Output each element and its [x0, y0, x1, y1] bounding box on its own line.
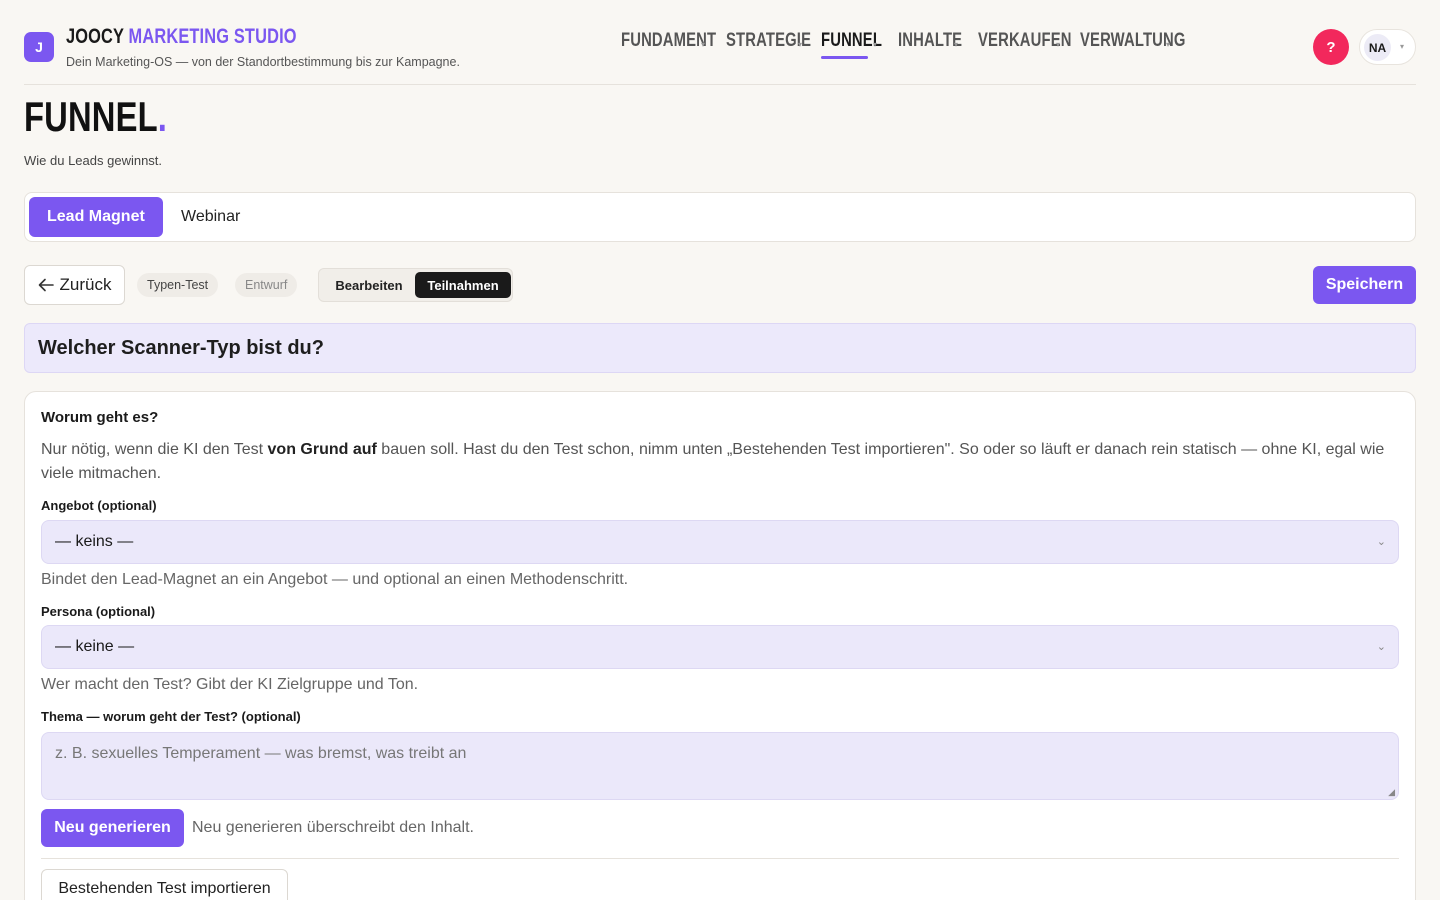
help-button[interactable]: ? [1313, 29, 1349, 65]
chevron-down-icon: ⌄ [1376, 536, 1386, 548]
caret-down-icon: ▾ [873, 40, 878, 49]
view-toggle: Bearbeiten Teilnahmen [318, 268, 513, 302]
topic-card: Worum geht es? Nur nötig, wenn die KI de… [24, 391, 1416, 900]
title-dot: . [157, 93, 168, 140]
card-description: Nur nötig, wenn die KI den Test von Grun… [41, 441, 1385, 482]
nav-item-inhalte[interactable]: Inhalte ▾ [898, 30, 980, 60]
topic-textarea[interactable]: z. B. sexuelles Temperament — was bremst… [41, 732, 1399, 800]
persona-hint: Wer macht den Test? Gibt der KI Zielgrup… [41, 676, 419, 693]
funnel-tabs: Lead Magnet Webinar [24, 192, 1416, 242]
offer-select[interactable]: — keins — ⌄ [41, 520, 1399, 564]
nav-active-indicator [821, 56, 868, 59]
type-badge: Typen-Test [137, 273, 219, 297]
caret-down-icon: ▾ [954, 40, 959, 49]
resize-grip-icon[interactable]: ◢ [1388, 787, 1395, 798]
brand-subtitle: Dein Marketing-OS — von der Standortbest… [66, 55, 460, 69]
caret-down-icon: ▾ [1166, 40, 1171, 49]
card-title: Worum geht es? [41, 409, 159, 426]
logo-badge[interactable]: J [24, 32, 54, 62]
brand-title[interactable]: Joocy Marketing Studio [66, 25, 362, 49]
nav-item-fundament[interactable]: Fundament ▾ [621, 30, 743, 60]
tab-webinar[interactable]: Webinar [163, 197, 258, 237]
persona-select-value: — keine — [55, 638, 135, 655]
arrow-left-icon [38, 278, 54, 292]
app-header: J Joocy Marketing Studio Dein Marketing-… [24, 0, 1416, 85]
brand-product: Marketing Studio [128, 25, 297, 48]
page-title: Funnel. [24, 93, 168, 140]
back-label: Zurück [59, 275, 112, 294]
topic-label: Thema — worum geht der Test? (optional) [41, 709, 301, 724]
participations-toggle-button[interactable]: Teilnahmen [415, 272, 511, 298]
page-subtitle: Wie du Leads gewinnst. [24, 153, 163, 168]
caret-down-icon: ▾ [701, 40, 706, 49]
offer-hint: Bindet den Lead-Magnet an ein Angebot — … [41, 571, 629, 588]
caret-down-icon: ▾ [1056, 40, 1061, 49]
regenerate-hint: Neu generieren überschreibt den Inhalt. [192, 819, 474, 836]
status-badge: Entwurf [235, 273, 298, 297]
divider [41, 858, 1399, 859]
caret-down-icon: ▾ [1400, 42, 1405, 51]
avatar: NA [1364, 34, 1391, 61]
back-button[interactable]: Zurück [24, 265, 125, 305]
caret-down-icon: ▾ [798, 40, 803, 49]
quiz-title-banner[interactable]: Welcher Scanner-Typ bist du? [24, 323, 1416, 373]
nav-item-verwaltung[interactable]: Verwaltung ▾ [1080, 30, 1215, 60]
offer-select-value: — keins — [55, 533, 134, 550]
nav-item-strategie[interactable]: Strategie ▾ [726, 30, 835, 60]
offer-label: Angebot (optional) [41, 498, 157, 513]
regenerate-button[interactable]: Neu generieren [41, 809, 184, 847]
edit-toggle-button[interactable]: Bearbeiten [323, 272, 415, 298]
persona-select[interactable]: — keine — ⌄ [41, 625, 1399, 669]
user-menu-button[interactable]: NA ▾ [1359, 29, 1416, 65]
chevron-down-icon: ⌄ [1376, 641, 1386, 653]
tab-lead-magnet[interactable]: Lead Magnet [29, 197, 163, 237]
topic-placeholder: z. B. sexuelles Temperament — was bremst… [55, 745, 467, 762]
brand-name: Joocy [66, 25, 124, 48]
persona-label: Persona (optional) [41, 604, 156, 619]
import-test-button[interactable]: Bestehenden Test importieren [41, 869, 288, 900]
save-button[interactable]: Speichern [1313, 266, 1416, 304]
